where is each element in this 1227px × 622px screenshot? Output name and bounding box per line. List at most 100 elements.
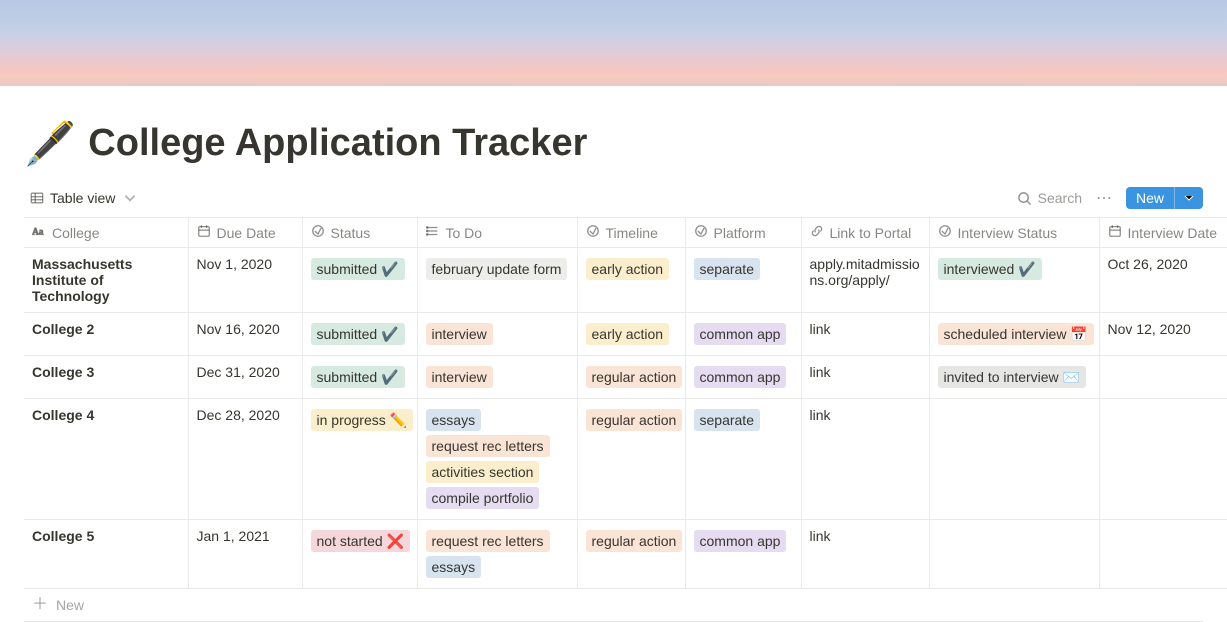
cell-due[interactable]: Nov 1, 2020: [188, 248, 302, 313]
cell-due[interactable]: Dec 31, 2020: [188, 356, 302, 399]
tag[interactable]: february update form: [426, 258, 568, 280]
column-header-todo[interactable]: To Do: [417, 218, 577, 248]
tag[interactable]: submitted ✔️: [311, 258, 405, 280]
tag[interactable]: submitted ✔️: [311, 366, 405, 388]
tag[interactable]: regular action: [586, 366, 683, 388]
cell-platform[interactable]: common app: [685, 356, 801, 399]
tag[interactable]: scheduled interview 📅: [938, 323, 1094, 345]
tag[interactable]: compile portfolio: [426, 487, 540, 509]
cell-college[interactable]: College 3: [24, 356, 188, 399]
tag[interactable]: essays: [426, 409, 482, 431]
cell-college[interactable]: College 4: [24, 399, 188, 520]
tag[interactable]: request rec letters: [426, 530, 550, 552]
cell-college[interactable]: Massachusetts Institute of Technology: [24, 248, 188, 313]
svg-text:Aa: Aa: [32, 227, 44, 238]
tag[interactable]: in progress ✏️: [311, 409, 414, 431]
tag[interactable]: separate: [694, 409, 760, 431]
cell-status[interactable]: not started ❌: [302, 520, 417, 589]
cell-due[interactable]: Jan 1, 2021: [188, 520, 302, 589]
cell-due[interactable]: Dec 28, 2020: [188, 399, 302, 520]
cell-link[interactable]: apply.mitadmissions.org/apply/: [801, 248, 929, 313]
cell-status[interactable]: submitted ✔️: [302, 313, 417, 356]
tag[interactable]: common app: [694, 530, 787, 552]
column-header-platform[interactable]: Platform: [685, 218, 801, 248]
tag[interactable]: essays: [426, 556, 482, 578]
column-header-timeline[interactable]: Timeline: [577, 218, 685, 248]
cell-idate[interactable]: [1099, 520, 1227, 589]
chevron-down-icon: [1183, 192, 1195, 204]
tag[interactable]: common app: [694, 323, 787, 345]
table-row[interactable]: College 3Dec 31, 2020 submitted ✔️ intervi…: [24, 356, 1227, 399]
cell-timeline[interactable]: early action: [577, 248, 685, 313]
cell-todo[interactable]: request rec letters essays: [417, 520, 577, 589]
page-title[interactable]: College Application Tracker: [88, 122, 587, 165]
search-button[interactable]: Search: [1017, 190, 1082, 206]
view-label: Table view: [50, 190, 115, 206]
tag[interactable]: activities section: [426, 461, 540, 483]
table-row[interactable]: College 4Dec 28, 2020in progress ✏️essay…: [24, 399, 1227, 520]
view-switcher[interactable]: Table view: [24, 188, 143, 208]
column-header-istatus[interactable]: Interview Status: [929, 218, 1099, 248]
cell-todo[interactable]: february update form: [417, 248, 577, 313]
tag[interactable]: regular action: [586, 409, 683, 431]
cell-timeline[interactable]: regular action: [577, 356, 685, 399]
cell-status[interactable]: submitted ✔️: [302, 356, 417, 399]
cell-istatus[interactable]: invited to interview ✉️: [929, 356, 1099, 399]
new-button[interactable]: New: [1126, 187, 1203, 209]
column-header-college[interactable]: AaCollege: [24, 218, 188, 248]
cell-platform[interactable]: separate: [685, 399, 801, 520]
column-header-link[interactable]: Link to Portal: [801, 218, 929, 248]
column-header-status[interactable]: Status: [302, 218, 417, 248]
cell-timeline[interactable]: early action: [577, 313, 685, 356]
cell-timeline[interactable]: regular action: [577, 399, 685, 520]
tag[interactable]: separate: [694, 258, 760, 280]
cell-link[interactable]: link: [801, 356, 929, 399]
cell-college[interactable]: College 2: [24, 313, 188, 356]
tag[interactable]: interviewed ✔️: [938, 258, 1042, 280]
cell-link[interactable]: link: [801, 313, 929, 356]
tag[interactable]: invited to interview ✉️: [938, 366, 1087, 388]
cell-todo[interactable]: interview: [417, 313, 577, 356]
tag[interactable]: interview: [426, 323, 493, 345]
cell-platform[interactable]: common app: [685, 313, 801, 356]
cell-istatus[interactable]: [929, 520, 1099, 589]
cell-idate[interactable]: [1099, 356, 1227, 399]
tag[interactable]: submitted ✔️: [311, 323, 405, 345]
cell-idate[interactable]: Nov 12, 2020: [1099, 313, 1227, 356]
cell-timeline[interactable]: regular action: [577, 520, 685, 589]
cell-link[interactable]: link: [801, 520, 929, 589]
cell-platform[interactable]: common app: [685, 520, 801, 589]
column-header-due[interactable]: Due Date: [188, 218, 302, 248]
cell-due[interactable]: Nov 16, 2020: [188, 313, 302, 356]
cell-todo[interactable]: interview: [417, 356, 577, 399]
tag[interactable]: request rec letters: [426, 435, 550, 457]
tag[interactable]: not started ❌: [311, 530, 410, 552]
cell-platform[interactable]: separate: [685, 248, 801, 313]
tag[interactable]: interview: [426, 366, 493, 388]
cell-istatus[interactable]: scheduled interview 📅: [929, 313, 1099, 356]
cell-link[interactable]: link: [801, 399, 929, 520]
cell-idate[interactable]: Oct 26, 2020: [1099, 248, 1227, 313]
add-row[interactable]: ＋ New: [24, 589, 1203, 622]
cell-college[interactable]: College 5: [24, 520, 188, 589]
cell-todo[interactable]: essays request rec letters activities se…: [417, 399, 577, 520]
tag[interactable]: common app: [694, 366, 787, 388]
cell-istatus[interactable]: interviewed ✔️: [929, 248, 1099, 313]
column-label: Interview Status: [958, 225, 1058, 241]
tag[interactable]: early action: [586, 258, 670, 280]
column-label: Interview Date: [1128, 225, 1217, 241]
table-row[interactable]: Massachusetts Institute of TechnologyNov…: [24, 248, 1227, 313]
cover-image[interactable]: [0, 0, 1227, 86]
cell-status[interactable]: in progress ✏️: [302, 399, 417, 520]
new-button-dropdown[interactable]: [1174, 187, 1203, 209]
table-row[interactable]: College 2Nov 16, 2020 submitted ✔️ intervi…: [24, 313, 1227, 356]
page-icon[interactable]: 🖋️: [24, 123, 76, 165]
tag[interactable]: early action: [586, 323, 670, 345]
cell-istatus[interactable]: [929, 399, 1099, 520]
more-menu[interactable]: ⋯: [1090, 188, 1118, 208]
column-header-idate[interactable]: Interview Date: [1099, 218, 1227, 248]
tag[interactable]: regular action: [586, 530, 683, 552]
table-row[interactable]: College 5Jan 1, 2021 not started ❌ request…: [24, 520, 1227, 589]
cell-status[interactable]: submitted ✔️: [302, 248, 417, 313]
cell-idate[interactable]: [1099, 399, 1227, 520]
